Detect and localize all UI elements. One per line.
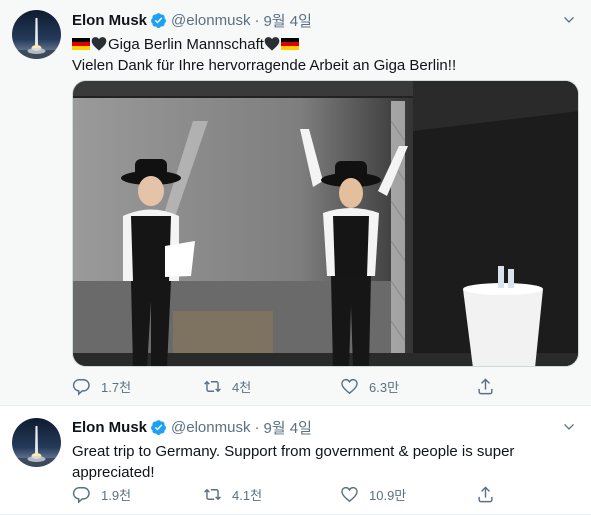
separator-dot: · bbox=[254, 418, 260, 436]
retweet-count: 4.1천 bbox=[232, 487, 263, 503]
share-icon bbox=[476, 485, 495, 504]
verified-badge-icon bbox=[150, 419, 167, 436]
caret-down-icon[interactable] bbox=[559, 11, 579, 29]
tweet-text-line-1-label: Giga Berlin Mannschaft bbox=[108, 36, 264, 53]
tweet-actions: 1.9천 4.1천 10.9만 bbox=[72, 484, 512, 504]
like-button[interactable]: 6.3만 bbox=[340, 377, 399, 396]
share-button[interactable] bbox=[476, 485, 505, 504]
tweet-header: Elon Musk @elonmusk · 9월 4일 bbox=[72, 416, 579, 438]
reply-icon bbox=[72, 377, 91, 396]
tweet-date[interactable]: 9월 4일 bbox=[263, 417, 311, 438]
black-heart-icon bbox=[91, 37, 107, 51]
retweet-button[interactable]: 4천 bbox=[203, 377, 251, 396]
retweet-button[interactable]: 4.1천 bbox=[203, 485, 262, 504]
tweet-content: Elon Musk @elonmusk · 9월 4일 Giga Berlin … bbox=[72, 9, 579, 76]
reply-icon bbox=[72, 485, 91, 504]
separator-dot: · bbox=[254, 11, 260, 29]
author-name[interactable]: Elon Musk bbox=[72, 12, 147, 29]
tweet-text: Giga Berlin Mannschaft Vielen Dank für I… bbox=[72, 34, 579, 76]
like-count: 6.3만 bbox=[369, 379, 400, 395]
verified-badge-icon bbox=[150, 12, 167, 29]
author-name[interactable]: Elon Musk bbox=[72, 419, 147, 436]
caret-down-icon[interactable] bbox=[559, 418, 579, 436]
german-flag-icon bbox=[72, 38, 90, 50]
share-icon bbox=[476, 377, 495, 396]
author-handle[interactable]: @elonmusk bbox=[171, 419, 250, 436]
tweet-text-line-1: Great trip to Germany. Support from gove… bbox=[72, 443, 515, 460]
tweet-text-line-2: Vielen Dank für Ihre hervorragende Arbei… bbox=[72, 57, 457, 74]
tweet-2[interactable]: Elon Musk @elonmusk · 9월 4일 Great trip t… bbox=[0, 406, 591, 515]
reply-count: 1.7천 bbox=[101, 379, 132, 395]
retweet-icon bbox=[203, 377, 222, 396]
retweet-count: 4천 bbox=[232, 379, 252, 395]
tweet-1[interactable]: Elon Musk @elonmusk · 9월 4일 Giga Berlin … bbox=[0, 0, 591, 406]
avatar[interactable] bbox=[12, 10, 61, 59]
reply-button[interactable]: 1.9천 bbox=[72, 485, 131, 504]
tweet-text-line-1: Giga Berlin Mannschaft bbox=[72, 34, 579, 55]
tweet-text-line-2: appreciated! bbox=[72, 464, 155, 481]
tweet-header: Elon Musk @elonmusk · 9월 4일 bbox=[72, 9, 579, 31]
like-icon bbox=[340, 377, 359, 396]
like-button[interactable]: 10.9만 bbox=[340, 485, 406, 504]
reply-button[interactable]: 1.7천 bbox=[72, 377, 131, 396]
author-handle[interactable]: @elonmusk bbox=[171, 12, 250, 29]
share-button[interactable] bbox=[476, 377, 505, 396]
reply-count: 1.9천 bbox=[101, 487, 132, 503]
like-count: 10.9만 bbox=[369, 487, 407, 503]
tweet-photo[interactable] bbox=[72, 80, 579, 367]
retweet-icon bbox=[203, 485, 222, 504]
tweet-text: Great trip to Germany. Support from gove… bbox=[72, 441, 579, 483]
black-heart-icon bbox=[264, 37, 280, 51]
like-icon bbox=[340, 485, 359, 504]
tweet-date[interactable]: 9월 4일 bbox=[263, 10, 311, 31]
tweet-actions: 1.7천 4천 6.3만 bbox=[72, 376, 512, 396]
tweet-content: Elon Musk @elonmusk · 9월 4일 Great trip t… bbox=[72, 416, 579, 483]
german-flag-icon bbox=[280, 38, 299, 50]
avatar[interactable] bbox=[12, 418, 61, 467]
